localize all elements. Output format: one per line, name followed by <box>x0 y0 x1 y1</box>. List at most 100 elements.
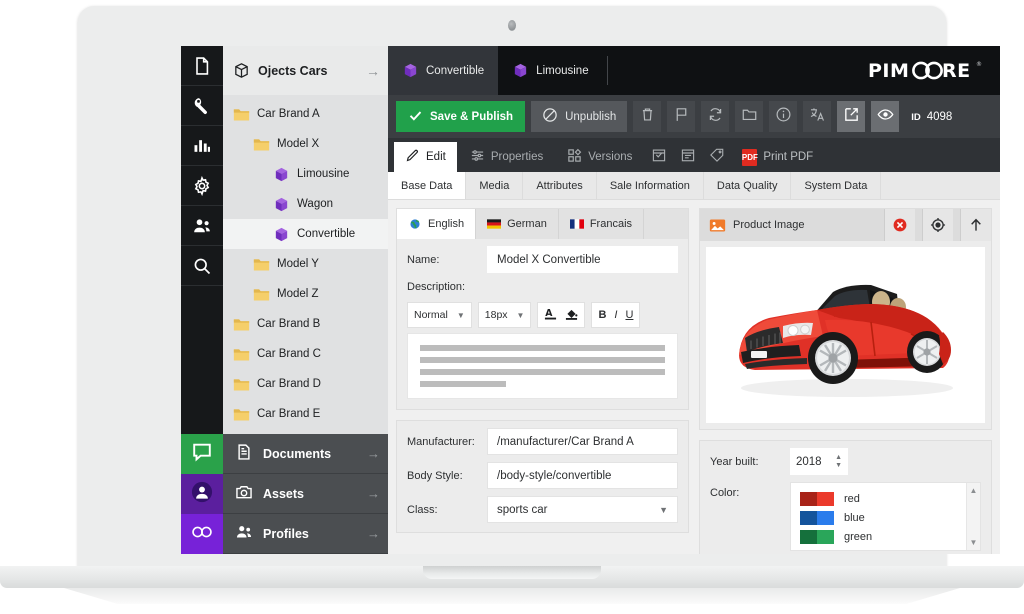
data-tab-base-data[interactable]: Base Data <box>388 172 467 199</box>
no-entry-icon <box>542 107 558 126</box>
data-tab-media[interactable]: Media <box>466 172 524 199</box>
name-input[interactable]: Model X Convertible <box>487 246 678 273</box>
tab-edit[interactable]: Edit <box>394 142 457 172</box>
manufacturer-input[interactable]: /manufacturer/Car Brand A <box>487 428 678 455</box>
tag-icon <box>709 147 725 168</box>
color-option-blue[interactable]: blue <box>800 508 966 527</box>
data-tab-sale-information[interactable]: Sale Information <box>597 172 704 199</box>
target-icon <box>930 217 946 233</box>
color-list-scrollbar[interactable]: ▲ ▼ <box>966 483 980 550</box>
rail-item-infinity[interactable] <box>181 514 223 554</box>
main-area: Convertible Limousine PIM RE ® Save & Pu… <box>388 46 1000 554</box>
remove-image-button[interactable] <box>884 209 915 241</box>
description-editor[interactable] <box>407 333 678 399</box>
upload-image-button[interactable] <box>960 209 991 241</box>
color-option-red[interactable]: red <box>800 489 966 508</box>
nav-item-documents[interactable]: Documents → <box>223 434 388 474</box>
lang-tab-german[interactable]: German <box>476 209 559 239</box>
tree-node-model-x[interactable]: Model X <box>223 129 388 159</box>
info-button[interactable] <box>769 101 798 132</box>
nav-item-assets[interactable]: Assets → <box>223 474 388 514</box>
class-select[interactable]: sports car ▼ <box>487 496 678 523</box>
rte-size-select[interactable]: 18px ▼ <box>477 302 532 328</box>
delete-button[interactable] <box>633 101 662 132</box>
rail-item-document[interactable] <box>181 46 223 86</box>
folder-icon <box>233 346 250 363</box>
top-bar: Convertible Limousine PIM RE ® <box>388 46 1000 95</box>
globe-icon <box>410 219 420 229</box>
tree-header[interactable]: Ojects Cars → <box>223 46 388 95</box>
lang-tab-english[interactable]: English <box>397 209 477 239</box>
manufacturer-value: /manufacturer/Car Brand A <box>497 435 634 448</box>
tree-node-car-brand-c[interactable]: Car Brand C <box>223 339 388 369</box>
rte-style-select[interactable]: Normal ▼ <box>407 302 472 328</box>
rail-item-account[interactable] <box>181 474 223 514</box>
tree-header-arrow-icon[interactable]: → <box>366 64 380 78</box>
product-image-card: Product Image <box>699 208 992 430</box>
localized-fields-card: English German Francais Name: Model X Co… <box>396 208 689 410</box>
chevron-down-icon: ▼ <box>659 504 668 515</box>
tab-properties[interactable]: Properties <box>459 142 554 172</box>
rail-item-users[interactable] <box>181 206 223 246</box>
data-tab-data-quality[interactable]: Data Quality <box>704 172 792 199</box>
tree-node-car-brand-d[interactable]: Car Brand D <box>223 369 388 399</box>
color-multiselect[interactable]: red blue green ▲ ▼ <box>790 482 981 551</box>
stepper-arrows-icon[interactable]: ▲ ▼ <box>835 454 842 469</box>
italic-button[interactable]: I <box>614 309 617 321</box>
scroll-up-icon[interactable]: ▲ <box>970 486 978 495</box>
tab-versions[interactable]: Versions <box>556 142 643 172</box>
open-external-button[interactable] <box>837 101 866 132</box>
nav-item-profiles[interactable]: Profiles → <box>223 514 388 554</box>
rail-item-reports[interactable] <box>181 126 223 166</box>
unpublish-button[interactable]: Unpublish <box>531 101 628 132</box>
product-image-preview[interactable] <box>706 247 985 423</box>
tree-node-limousine[interactable]: Limousine <box>223 159 388 189</box>
fill-color-icon[interactable] <box>565 307 578 324</box>
chevron-right-icon: → <box>367 446 380 461</box>
tree-node-model-z[interactable]: Model Z <box>223 279 388 309</box>
nav-item-label: Profiles <box>263 526 309 541</box>
tasks-button[interactable] <box>674 142 701 172</box>
schedule-button[interactable] <box>645 142 672 172</box>
tree-node-wagon[interactable]: Wagon <box>223 189 388 219</box>
color-option-green[interactable]: green <box>800 527 966 546</box>
tree-node-car-brand-e[interactable]: Car Brand E <box>223 399 388 429</box>
info-icon <box>775 106 792 128</box>
pimcore-wordmark-icon: PIM RE ® <box>868 60 982 82</box>
rail-item-search[interactable] <box>181 246 223 286</box>
folder-icon <box>233 406 250 423</box>
bodystyle-input[interactable]: /body-style/convertible <box>487 462 678 489</box>
folder-icon <box>233 316 250 333</box>
object-tab-limousine[interactable]: Limousine <box>498 46 602 95</box>
lang-tab-francais[interactable]: Francais <box>559 209 645 239</box>
folder-button[interactable] <box>735 101 764 132</box>
bold-button[interactable]: B <box>598 309 606 321</box>
year-built-stepper[interactable]: 2018 ▲ ▼ <box>790 448 848 475</box>
target-image-button[interactable] <box>922 209 953 241</box>
rail-item-chat[interactable] <box>181 434 223 474</box>
object-tab-convertible[interactable]: Convertible <box>388 46 499 95</box>
scroll-down-icon[interactable]: ▼ <box>970 538 978 547</box>
text-placeholder-line <box>420 369 665 375</box>
rail-item-tools[interactable] <box>181 86 223 126</box>
text-color-icon[interactable]: A <box>544 307 557 324</box>
rail-item-settings[interactable] <box>181 166 223 206</box>
reload-button[interactable] <box>701 101 730 132</box>
tree-node-model-y[interactable]: Model Y <box>223 249 388 279</box>
manufacturer-field-row: Manufacturer: /manufacturer/Car Brand A <box>397 421 688 455</box>
save-and-publish-button[interactable]: Save & Publish <box>396 101 526 132</box>
tree-node-convertible[interactable]: Convertible <box>223 219 388 249</box>
data-tab-attributes[interactable]: Attributes <box>523 172 597 199</box>
icon-rail <box>181 46 223 554</box>
tree-node-car-brand-a[interactable]: Car Brand A <box>223 99 388 129</box>
open-external-icon <box>843 106 860 128</box>
tree-node-car-brand-b[interactable]: Car Brand B <box>223 309 388 339</box>
data-tab-system-data[interactable]: System Data <box>791 172 882 199</box>
product-image-header: Product Image <box>700 209 991 241</box>
flag-button[interactable] <box>667 101 696 132</box>
print-pdf-button[interactable]: PDF Print PDF <box>732 142 823 172</box>
preview-button[interactable] <box>871 101 900 132</box>
translate-button[interactable] <box>803 101 832 132</box>
underline-button[interactable]: U <box>625 309 633 321</box>
tags-button[interactable] <box>703 142 730 172</box>
